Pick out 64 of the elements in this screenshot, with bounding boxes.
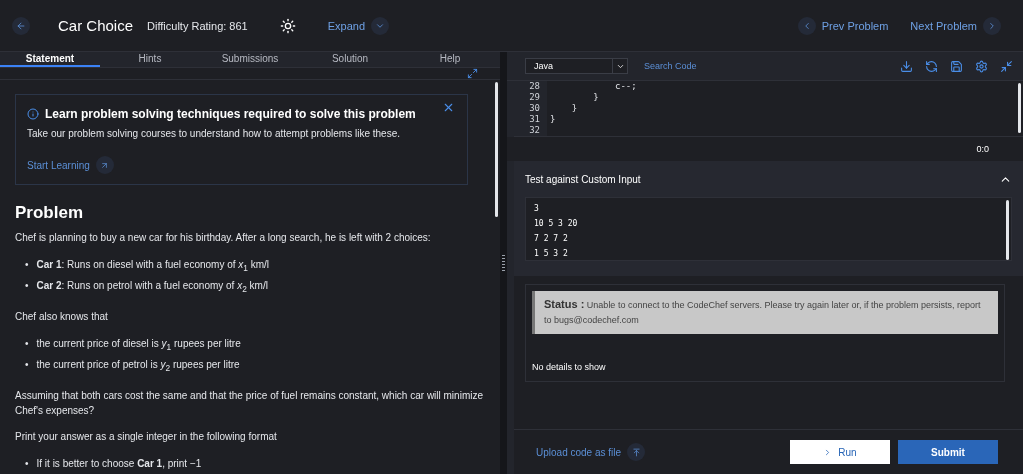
problem-heading: Problem [15, 203, 85, 223]
code-line: } [550, 114, 557, 125]
line-number: 31 [529, 114, 540, 125]
chevron-right-icon [987, 20, 997, 31]
status-message: Status : Unable to connect to the CodeChef servers. Please try again later or, if the problem persists, report to bugs@codechef.com [532, 291, 998, 334]
list-item: Car 2: Runs on petrol with a fuel economy of x$_{2}$ km/l [36, 279, 268, 296]
list-item: the current price of petrol is y$_{2}$ rupees per litre [36, 358, 240, 375]
sun-icon[interactable] [279, 17, 296, 34]
tab[interactable]: Statement [0, 52, 100, 67]
no-details-text: No details to show [532, 362, 607, 372]
run-button[interactable]: Run [790, 440, 890, 464]
banner-title: Learn problem solving techniques required to solve this problem [45, 107, 416, 121]
expand-button[interactable]: Expand [327, 16, 390, 35]
list-item: If it is better to choose Car 1, print −1 [36, 457, 202, 471]
difficulty-rating: Difficulty Rating: 861 [147, 19, 248, 32]
custom-input-field[interactable]: 3 10 5 3 20 7 2 7 2 1 5 3 2 [525, 197, 1012, 261]
bullet: • [25, 358, 29, 372]
problem-paragraph: Assuming that both cars cost the same and that the price of fuel remains constant, which car will minimize Chef's expenses? [15, 389, 484, 418]
upload-icon [631, 447, 641, 457]
arrow-left-icon [16, 20, 26, 31]
tab[interactable]: Hints [100, 52, 200, 67]
fullscreen-icon[interactable] [1000, 59, 1013, 73]
problem-paragraph: Chef is planning to buy a new car for his birthday. After a long search, he is left with 2 choices: [15, 231, 432, 245]
tab[interactable]: Submissions [200, 52, 300, 67]
code-line: } [592, 92, 600, 103]
resize-handle[interactable] [502, 255, 505, 271]
problem-title: Car Choice [58, 17, 134, 34]
search-code-link[interactable]: Search Code [644, 61, 697, 71]
language-select[interactable]: Java [525, 58, 628, 74]
download-icon[interactable] [900, 59, 913, 73]
settings-icon[interactable] [975, 59, 988, 73]
scrollbar-thumb[interactable] [1018, 83, 1021, 133]
upload-code-link[interactable]: Upload code as file [536, 443, 646, 461]
bullet: • [25, 279, 29, 293]
prev-problem-button[interactable]: Prev Problem [797, 16, 889, 35]
problem-paragraph: Chef also knows that [15, 310, 109, 324]
problem-paragraph: Print your answer as a single integer in the following format [15, 430, 278, 444]
start-learning-link[interactable]: Start Learning [27, 156, 114, 174]
info-icon [27, 108, 39, 120]
line-number: 28 [529, 81, 540, 92]
tab[interactable]: Solution [300, 52, 400, 67]
scrollbar-thumb[interactable] [495, 82, 498, 217]
submit-button[interactable]: Submit [898, 440, 998, 464]
save-icon[interactable] [950, 59, 963, 73]
bullet: • [25, 337, 29, 351]
banner-text: Take our problem solving courses to understand how to attempt problems like these. [27, 128, 401, 139]
bullet: • [25, 457, 29, 471]
bullet: • [25, 258, 29, 272]
next-problem-button[interactable]: Next Problem [910, 16, 1001, 35]
refresh-icon[interactable] [925, 59, 938, 73]
tab[interactable]: Help [400, 52, 500, 67]
line-number: 32 [529, 125, 540, 136]
code-editor[interactable]: 28 29 30 31 32 c--; } } } [514, 81, 1023, 137]
custom-input-title: Test against Custom Input [525, 173, 641, 185]
list-item: Car 1: Runs on diesel with a fuel economy of x$_{1}$ km/l [36, 258, 270, 275]
code-line: } [570, 103, 579, 114]
list-item: the current price of diesel is y$_{1}$ rupees per litre [36, 337, 241, 354]
cursor-position: 0:0 [976, 144, 989, 154]
arrow-up-right-icon [100, 160, 110, 170]
code-line: c--; [614, 81, 637, 92]
line-number: 30 [529, 103, 540, 114]
line-number: 29 [529, 92, 540, 103]
expand-icon[interactable] [467, 68, 478, 79]
scrollbar-thumb[interactable] [1006, 200, 1009, 260]
